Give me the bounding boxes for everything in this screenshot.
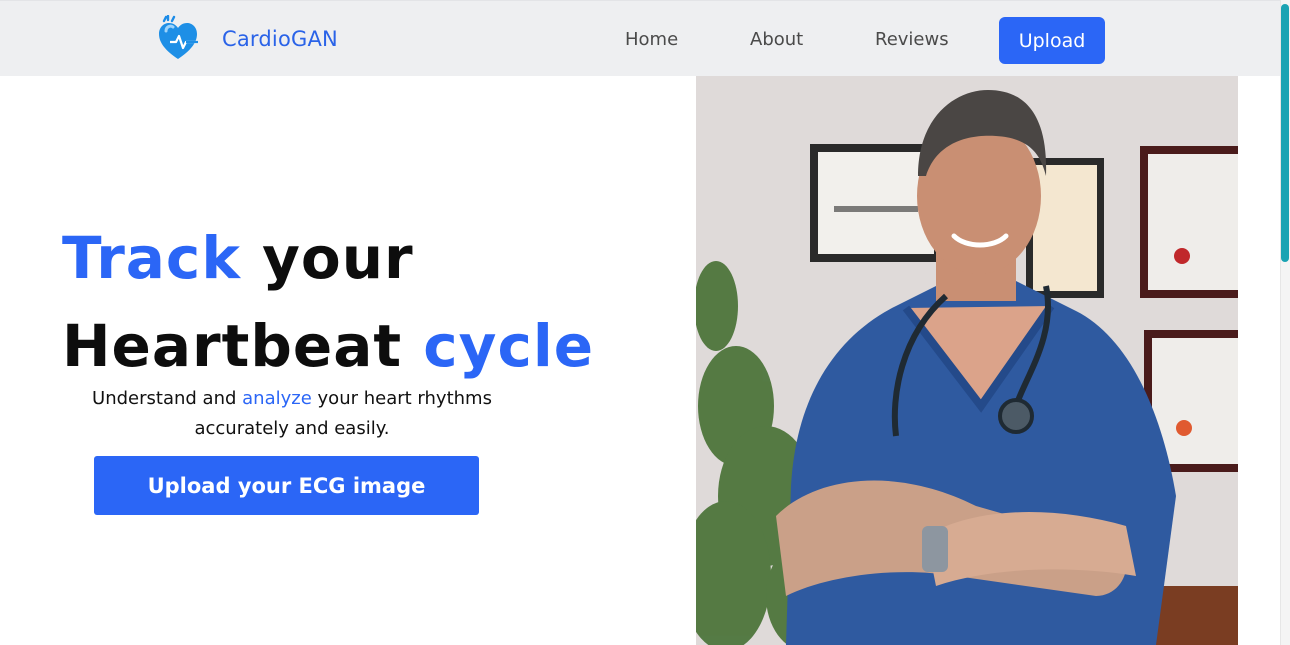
brand-name: CardioGAN (222, 27, 338, 51)
hero-subtitle-end: your heart rhythms accurately and easily… (194, 388, 492, 439)
heart-pulse-icon (159, 15, 198, 59)
upload-ecg-button[interactable]: Upload your ECG image (94, 456, 479, 515)
doctor-portrait-image (696, 76, 1238, 645)
nav-upload-button[interactable]: Upload (999, 17, 1105, 64)
hero-title-accent-1: Track (62, 224, 241, 292)
hero-title-accent-2: cycle (423, 312, 595, 380)
hero-subtitle-start: Understand and (92, 388, 237, 409)
hero-title-part-2: Heartbeat (62, 312, 403, 380)
hero-title-part-1: your (262, 224, 414, 292)
hero-subtitle: Understand and analyze your heart rhythm… (62, 384, 522, 444)
nav-reviews-link[interactable]: Reviews (875, 29, 949, 50)
brand[interactable]: CardioGAN (156, 15, 338, 63)
hero-subtitle-accent: analyze (242, 388, 312, 409)
hero-title: Track your Heartbeat cycle (62, 214, 594, 390)
page-scrollbar-thumb[interactable] (1281, 4, 1289, 262)
top-navbar: CardioGAN Home About Reviews Upload (0, 0, 1280, 76)
nav-home-link[interactable]: Home (625, 29, 678, 50)
nav-about-link[interactable]: About (750, 29, 803, 50)
